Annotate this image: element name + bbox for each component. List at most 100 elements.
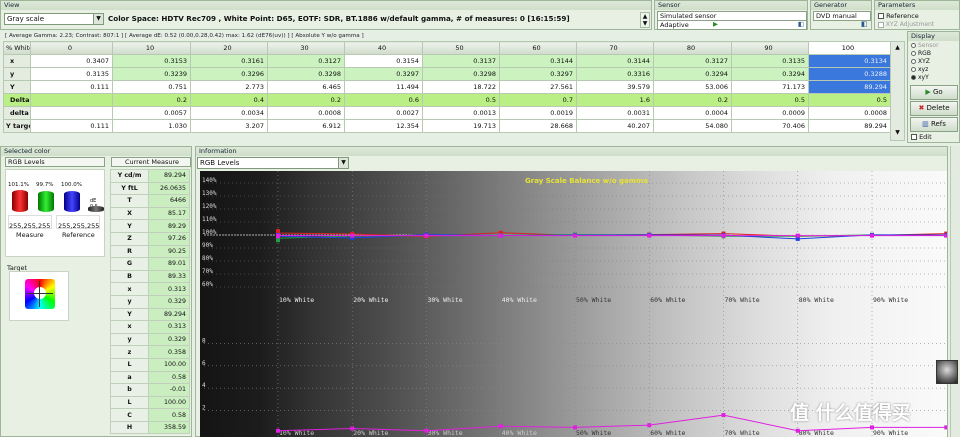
grid-cell[interactable]: 0.2 bbox=[267, 93, 345, 107]
grid-cell[interactable]: 0.3154 bbox=[344, 54, 423, 68]
grid-cell[interactable]: 0.0004 bbox=[653, 106, 732, 120]
grid-cell[interactable] bbox=[30, 93, 113, 107]
grid-cell[interactable]: 6.465 bbox=[267, 80, 345, 94]
grid-cell[interactable]: 89.294 bbox=[808, 119, 891, 133]
grid-cell[interactable]: 0.3298 bbox=[267, 67, 345, 81]
grid-cell[interactable]: 70.406 bbox=[731, 119, 809, 133]
grid-cell[interactable]: 0.3127 bbox=[267, 54, 345, 68]
grid-cell[interactable]: 0.5 bbox=[422, 93, 500, 107]
refs-button[interactable]: ▥ Refs bbox=[910, 117, 958, 132]
grid-header[interactable]: 90 bbox=[731, 41, 809, 55]
right-scrollbar[interactable] bbox=[950, 146, 960, 437]
grid-cell[interactable]: 0.7 bbox=[499, 93, 577, 107]
grid-cell[interactable]: 0.0009 bbox=[731, 106, 809, 120]
grid-cell[interactable]: 0.3153 bbox=[112, 54, 191, 68]
grid-cell[interactable]: 0.3144 bbox=[499, 54, 577, 68]
grid-cell[interactable]: 12.354 bbox=[344, 119, 423, 133]
grid-cell[interactable]: 1.030 bbox=[112, 119, 191, 133]
display-option-xyz-lower[interactable]: xyz bbox=[911, 66, 928, 74]
grid-cell[interactable]: 11.494 bbox=[344, 80, 423, 94]
grid-cell[interactable]: 0.0034 bbox=[190, 106, 268, 120]
grid-cell[interactable]: 19.713 bbox=[422, 119, 500, 133]
grid-cell[interactable]: 0.3294 bbox=[653, 67, 732, 81]
grid-scrollbar[interactable]: ▲ ▼ bbox=[890, 41, 905, 141]
grid-header[interactable]: 30 bbox=[267, 41, 345, 55]
grid-cell[interactable]: 54.080 bbox=[653, 119, 732, 133]
grid-cell[interactable]: 71.173 bbox=[731, 80, 809, 94]
grid-cell[interactable]: 27.561 bbox=[499, 80, 577, 94]
grid-cell[interactable]: 0.0013 bbox=[422, 106, 500, 120]
grid-cell[interactable]: 0.3135 bbox=[30, 67, 113, 81]
play-icon[interactable]: ▶ bbox=[713, 20, 718, 29]
information-mode-select[interactable]: RGB Levels ▼ bbox=[197, 157, 349, 169]
grid-cell[interactable]: 0.3294 bbox=[731, 67, 809, 81]
grid-cell[interactable]: 0.111 bbox=[30, 80, 113, 94]
sensor-mode-field[interactable]: Adaptive ▶ ◧ bbox=[657, 20, 807, 30]
table-row: Y 0.111 0.751 2.773 6.465 11.494 18.722 … bbox=[3, 80, 891, 94]
grid-cell[interactable]: 0.3134 bbox=[808, 54, 891, 68]
generator-config-icon[interactable]: ◧ bbox=[861, 20, 868, 28]
grid-cell[interactable]: 0.3297 bbox=[499, 67, 577, 81]
grid-cell[interactable]: 0.0008 bbox=[267, 106, 345, 120]
grid-cell[interactable]: 0.0057 bbox=[112, 106, 191, 120]
go-button[interactable]: ▶ Go bbox=[910, 85, 958, 100]
scroll-arrows[interactable]: ▲ ▼ bbox=[640, 12, 650, 28]
grid-header[interactable]: 10 bbox=[112, 41, 191, 55]
grid-cell[interactable]: 89.294 bbox=[808, 80, 891, 94]
rgb-levels-box: 101.1% 99.7% 100.0% dE 0.5 255,255,255 2… bbox=[5, 169, 105, 257]
grid-header[interactable]: 80 bbox=[653, 41, 732, 55]
grid-cell[interactable]: 0.3161 bbox=[190, 54, 268, 68]
grid-cell[interactable]: 53.006 bbox=[653, 80, 732, 94]
grid-header[interactable]: 70 bbox=[576, 41, 654, 55]
grid-header[interactable]: 40 bbox=[344, 41, 423, 55]
grid-cell[interactable]: 0.2 bbox=[653, 93, 732, 107]
grid-cell[interactable]: 0.4 bbox=[190, 93, 268, 107]
grid-cell[interactable]: 39.579 bbox=[576, 80, 654, 94]
grid-header[interactable]: 20 bbox=[190, 41, 268, 55]
grid-cell[interactable]: 0.3137 bbox=[422, 54, 500, 68]
delete-button[interactable]: ✖ Delete bbox=[910, 101, 958, 116]
display-option-sensor[interactable]: Sensor bbox=[911, 42, 939, 50]
grid-cell[interactable]: 0.3407 bbox=[30, 54, 113, 68]
display-option-xyy[interactable]: xyY bbox=[911, 74, 929, 82]
grid-cell[interactable]: 0.3296 bbox=[190, 67, 268, 81]
xyz-adjustment-checkbox[interactable]: XYZ Adjustment bbox=[878, 21, 934, 28]
grid-cell[interactable]: 0.3144 bbox=[576, 54, 654, 68]
grid-cell[interactable]: 1.6 bbox=[576, 93, 654, 107]
grid-cell[interactable]: 0.3239 bbox=[112, 67, 191, 81]
display-option-rgb[interactable]: RGB bbox=[911, 50, 931, 58]
grid-cell[interactable]: 0.6 bbox=[344, 93, 423, 107]
edit-checkbox[interactable]: Edit bbox=[911, 133, 932, 141]
grid-cell[interactable] bbox=[30, 106, 113, 120]
grid-cell[interactable]: 2.773 bbox=[190, 80, 268, 94]
grid-cell[interactable]: 0.3288 bbox=[808, 67, 891, 81]
grid-cell[interactable]: 0.3127 bbox=[653, 54, 732, 68]
grid-cell[interactable]: 0.0031 bbox=[576, 106, 654, 120]
view-mode-select[interactable]: Gray scale ▼ bbox=[4, 13, 104, 25]
grid-cell[interactable]: 40.207 bbox=[576, 119, 654, 133]
grid-header[interactable]: 0 bbox=[30, 41, 113, 55]
grid-cell[interactable]: 0.2 bbox=[112, 93, 191, 107]
grid-cell[interactable]: 0.751 bbox=[112, 80, 191, 94]
grid-cell[interactable]: 0.3297 bbox=[344, 67, 423, 81]
reference-checkbox[interactable]: Reference bbox=[878, 12, 919, 20]
grid-cell[interactable]: 6.912 bbox=[267, 119, 345, 133]
display-option-xyz-upper[interactable]: XYZ bbox=[911, 58, 930, 66]
grid-cell[interactable]: 0.3298 bbox=[422, 67, 500, 81]
grid-cell[interactable]: 0.3135 bbox=[731, 54, 809, 68]
grid-cell[interactable]: 18.722 bbox=[422, 80, 500, 94]
grid-cell[interactable]: 0.0019 bbox=[499, 106, 577, 120]
grid-cell[interactable]: 0.5 bbox=[731, 93, 809, 107]
selected-color-title: Selected color bbox=[1, 147, 191, 156]
grid-cell[interactable]: 28.668 bbox=[499, 119, 577, 133]
grid-cell[interactable]: 0.5 bbox=[808, 93, 891, 107]
grid-cell[interactable]: 0.0027 bbox=[344, 106, 423, 120]
grid-header[interactable]: 60 bbox=[499, 41, 577, 55]
grid-cell[interactable]: 3.207 bbox=[190, 119, 268, 133]
grid-cell[interactable]: 0.0008 bbox=[808, 106, 891, 120]
grid-cell[interactable]: 0.3316 bbox=[576, 67, 654, 81]
config-icon[interactable]: ◧ bbox=[798, 20, 804, 29]
grid-header[interactable]: 100 bbox=[808, 41, 891, 55]
grid-header[interactable]: 50 bbox=[422, 41, 500, 55]
grid-cell[interactable]: 0.111 bbox=[30, 119, 113, 133]
